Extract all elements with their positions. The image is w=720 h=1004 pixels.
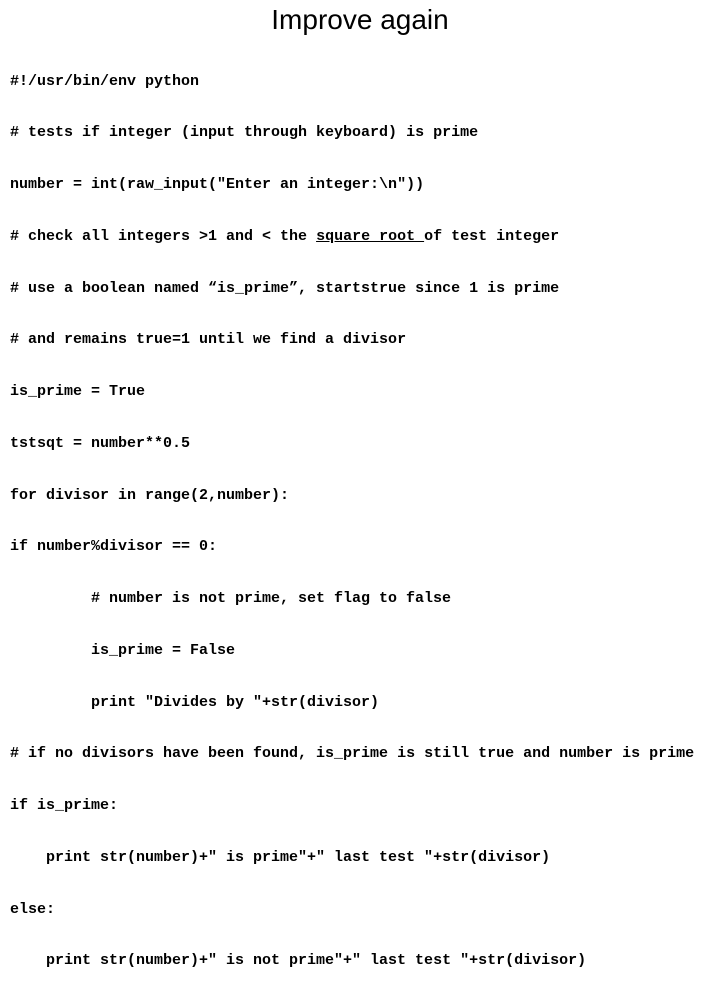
underlined-text: square root [316,228,424,245]
code-line: # and remains true=1 until we find a div… [10,331,710,348]
code-line: print str(number)+" is not prime"+" last… [10,952,710,969]
code-line: for divisor in range(2,number): [10,487,710,504]
code-line: print "Divides by "+str(divisor) [10,694,710,711]
code-line: print str(number)+" is prime"+" last tes… [10,849,710,866]
code-line: if number%divisor == 0: [10,538,710,555]
code-line: #!/usr/bin/env python [10,73,710,90]
code-text: # check all integers >1 and < the [10,228,316,245]
code-line: # tests if integer (input through keyboa… [10,124,710,141]
code-line: if is_prime: [10,797,710,814]
code-line: number = int(raw_input("Enter an integer… [10,176,710,193]
code-line: # check all integers >1 and < the square… [10,228,710,245]
code-line: else: [10,901,710,918]
code-line: is_prime = False [10,642,710,659]
code-text: of test integer [424,228,559,245]
code-line: is_prime = True [10,383,710,400]
code-line: # number is not prime, set flag to false [10,590,710,607]
code-line: # use a boolean named “is_prime”, starts… [10,280,710,297]
code-block: #!/usr/bin/env python # tests if integer… [10,38,710,1004]
slide: Improve again #!/usr/bin/env python # te… [0,0,720,540]
slide-title: Improve again [10,4,710,36]
code-line: # if no divisors have been found, is_pri… [10,745,710,762]
code-line: tstsqt = number**0.5 [10,435,710,452]
